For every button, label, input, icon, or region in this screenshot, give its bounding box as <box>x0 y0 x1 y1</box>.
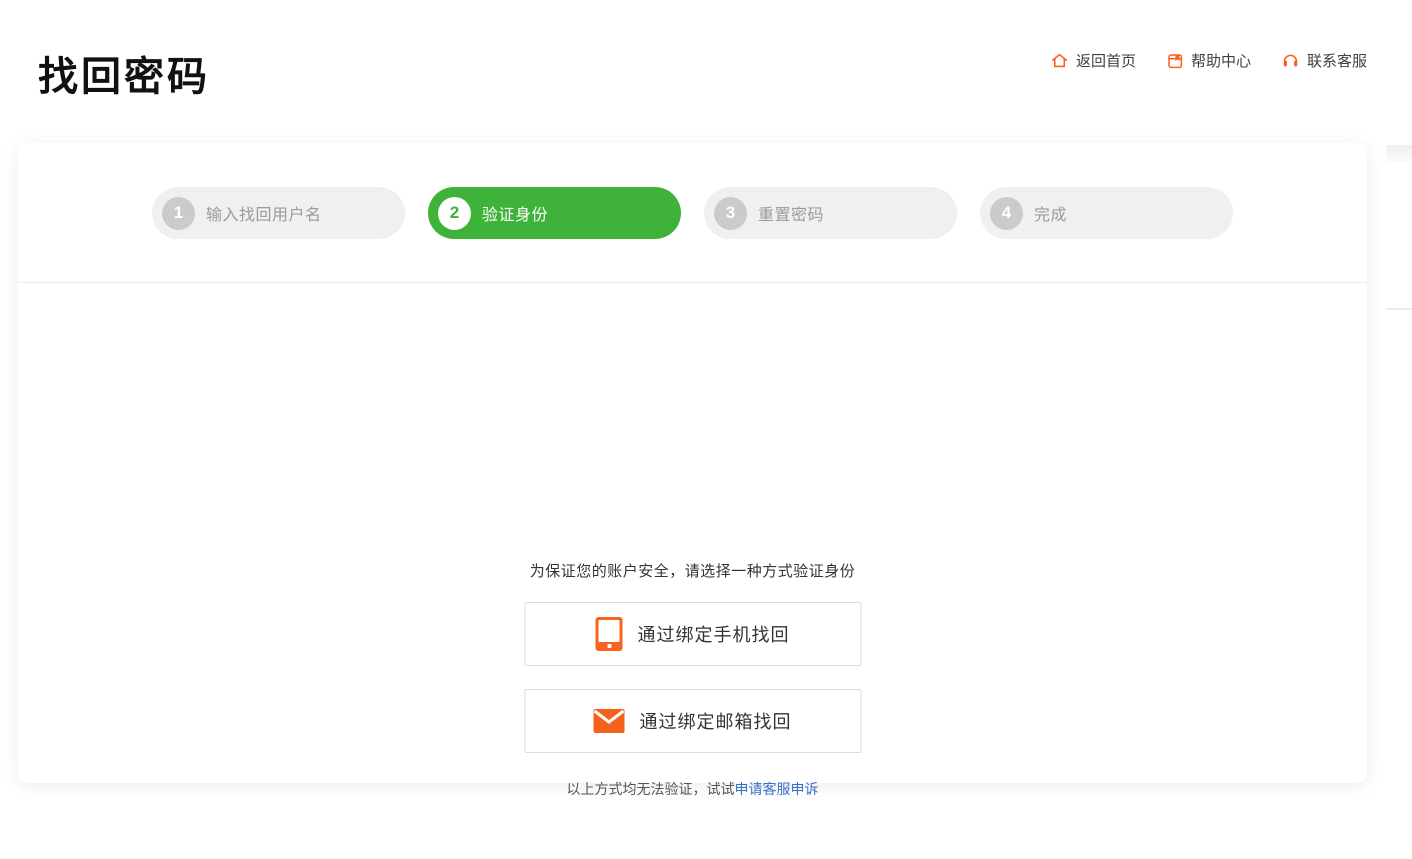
nav-contact-support[interactable]: 联系客服 <box>1281 50 1367 71</box>
nav-help-center-label: 帮助中心 <box>1191 50 1251 71</box>
top-nav: 返回首页 帮助中心 联系客服 <box>1050 50 1367 71</box>
verify-by-email-label: 通过绑定邮箱找回 <box>640 708 792 734</box>
verify-instruction: 为保证您的账户安全，请选择一种方式验证身份 <box>18 560 1367 581</box>
verify-by-phone-label: 通过绑定手机找回 <box>638 621 790 647</box>
fallback-hint-text: 以上方式均无法验证，试试 <box>567 781 735 797</box>
headset-icon <box>1281 51 1300 70</box>
step-number-badge: 2 <box>438 197 471 230</box>
envelope-icon <box>594 709 625 733</box>
step-label: 重置密码 <box>758 201 824 225</box>
nav-return-home-label: 返回首页 <box>1076 50 1136 71</box>
step-wizard: 1 输入找回用户名 2 验证身份 3 重置密码 4 完成 <box>18 187 1367 239</box>
step-label: 完成 <box>1034 201 1067 225</box>
home-icon <box>1050 51 1069 70</box>
card-divider <box>18 282 1367 283</box>
password-recovery-card: 1 输入找回用户名 2 验证身份 3 重置密码 4 完成 为保证您的账户安全，请… <box>18 143 1367 783</box>
step-number-badge: 3 <box>714 197 747 230</box>
page-title: 找回密码 <box>38 44 210 102</box>
step-pill-reset-password: 3 重置密码 <box>704 187 957 239</box>
nav-return-home[interactable]: 返回首页 <box>1050 50 1136 71</box>
verify-by-phone-button[interactable]: 通过绑定手机找回 <box>524 602 861 666</box>
fallback-hint: 以上方式均无法验证，试试申请客服申诉 <box>18 779 1367 799</box>
nav-help-center[interactable]: 帮助中心 <box>1166 50 1251 71</box>
customer-appeal-link[interactable]: 申请客服申诉 <box>735 781 819 797</box>
step-pill-complete: 4 完成 <box>980 187 1233 239</box>
page-edge-line <box>1386 308 1412 310</box>
step-number-badge: 1 <box>162 197 195 230</box>
step-number-badge: 4 <box>990 197 1023 230</box>
phone-icon <box>596 617 623 651</box>
nav-contact-support-label: 联系客服 <box>1307 50 1367 71</box>
help-center-icon <box>1166 52 1184 70</box>
step-label: 输入找回用户名 <box>206 201 322 225</box>
step-label: 验证身份 <box>482 201 548 225</box>
verify-by-email-button[interactable]: 通过绑定邮箱找回 <box>524 689 861 753</box>
page-edge-artifact <box>1386 145 1412 162</box>
step-pill-enter-username: 1 输入找回用户名 <box>152 187 405 239</box>
step-pill-verify-identity: 2 验证身份 <box>428 187 681 239</box>
